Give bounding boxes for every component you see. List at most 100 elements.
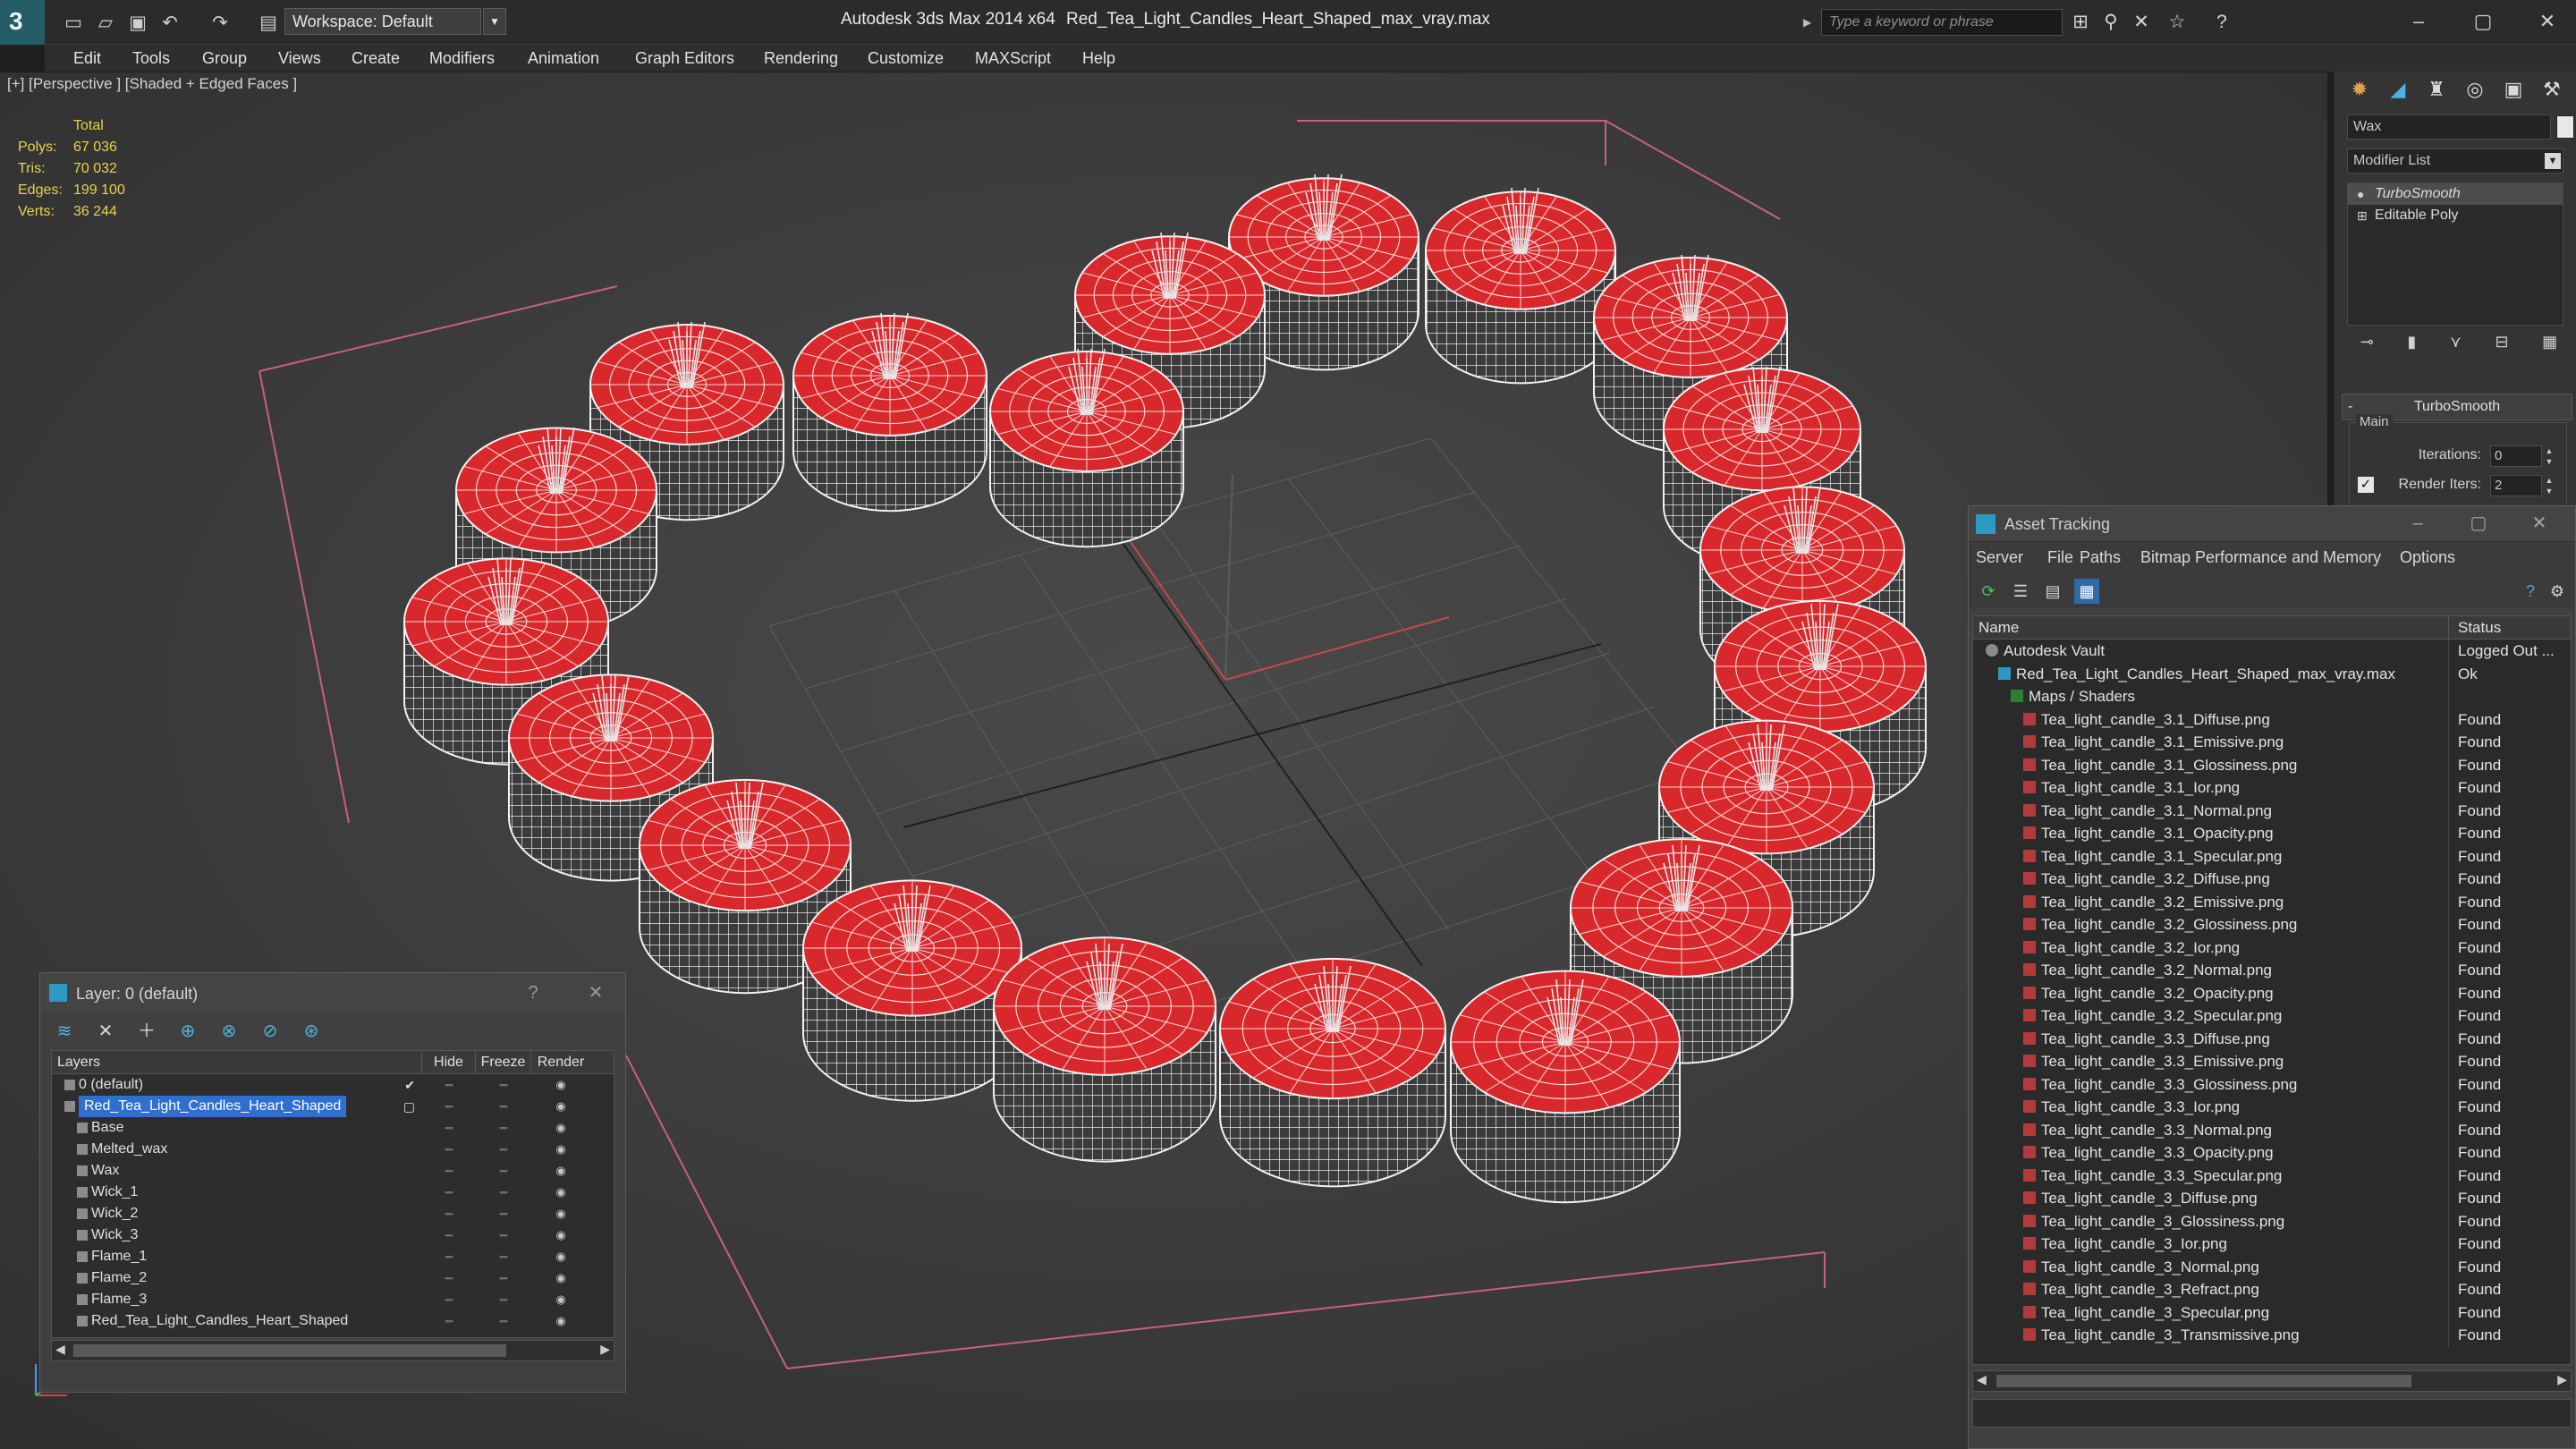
viewport-label[interactable]: [+] [Perspective ] [Shaded + Edged Faces… [7, 75, 297, 93]
scrollbar-thumb[interactable] [73, 1344, 506, 1357]
render-teapot-icon[interactable]: ◉ [531, 1096, 590, 1117]
asset-row[interactable]: Tea_light_candle_3.3_Glossiness.png Found [1973, 1072, 2571, 1096]
search-input[interactable]: Type a keyword or phrase [1821, 9, 2063, 36]
render-teapot-icon[interactable]: ◉ [531, 1224, 590, 1246]
asset-row[interactable]: Tea_light_candle_3.3_Emissive.png Found [1973, 1050, 2571, 1073]
app-logo[interactable]: 3 [0, 0, 45, 45]
hide-toggle[interactable]: ━ [422, 1267, 476, 1289]
layer-row[interactable]: Red_Tea_Light_Candles_Heart_Shaped ▢ ━ ━ ◉ [52, 1096, 614, 1117]
asset-row[interactable]: Tea_light_candle_3.1_Normal.png Found [1973, 799, 2571, 822]
asset-row[interactable]: Tea_light_candle_3.2_Normal.png Found [1973, 959, 2571, 982]
menu-tools[interactable]: Tools [132, 45, 170, 72]
asset-row[interactable]: Tea_light_candle_3.2_Glossiness.png Found [1973, 913, 2571, 936]
freeze-toggle[interactable]: ━ [476, 1182, 531, 1203]
render-iters-spinner[interactable]: 2 ▲ ▼ [2490, 475, 2553, 496]
menu-create[interactable]: Create [352, 45, 400, 72]
menu-graph-editors[interactable]: Graph Editors [635, 45, 734, 72]
workspace-dropdown[interactable]: Workspace: Default ▼ [284, 8, 506, 35]
motion-tab-icon[interactable]: ◎ [2457, 73, 2493, 106]
hide-toggle[interactable]: ━ [422, 1074, 476, 1096]
asset-row[interactable]: Tea_light_candle_3.3_Ior.png Found [1973, 1096, 2571, 1119]
asset-tracking-titlebar[interactable]: Asset Tracking – ▢ ✕ [1969, 506, 2575, 542]
candle[interactable] [1450, 970, 1681, 1204]
asset-row[interactable]: Tea_light_candle_3_Specular.png Found [1973, 1301, 2571, 1324]
close-icon[interactable]: ✕ [582, 980, 609, 1005]
column-status[interactable]: Status [2449, 616, 2501, 639]
layer-row[interactable]: Wick_3 ━ ━ ◉ [52, 1224, 614, 1246]
layer-row[interactable]: 0 (default) ✔ ━ ━ ◉ [52, 1074, 614, 1096]
active-layer-checkmark-icon[interactable]: ▢ [403, 1096, 415, 1117]
candle[interactable] [993, 936, 1216, 1163]
refresh-icon[interactable]: ⟳ [1976, 579, 2001, 604]
star-icon[interactable]: ☆ [2165, 10, 2190, 35]
asset-row[interactable]: Tea_light_candle_3_Refract.png Found [1973, 1278, 2571, 1301]
help-icon[interactable]: ? [2209, 10, 2234, 35]
menu-file[interactable]: File [2047, 542, 2073, 572]
key-icon[interactable]: ⚲ [2098, 10, 2123, 35]
layer-row[interactable]: Flame_1 ━ ━ ◉ [52, 1246, 614, 1267]
render-iters-checkbox[interactable]: ✓ [2358, 477, 2374, 493]
freeze-toggle[interactable]: ━ [476, 1289, 531, 1310]
asset-row[interactable]: Autodesk Vault Logged Out ... [1973, 640, 2571, 663]
object-color-swatch[interactable] [2556, 115, 2574, 139]
layer-row[interactable]: Wick_2 ━ ━ ◉ [52, 1203, 614, 1224]
active-layer-checkmark-icon[interactable]: ✔ [404, 1074, 415, 1096]
asset-row[interactable]: Tea_light_candle_3.1_Ior.png Found [1973, 776, 2571, 800]
freeze-toggle[interactable]: ━ [476, 1096, 531, 1117]
modify-tab-icon[interactable]: ◢ [2380, 73, 2416, 106]
scroll-right-icon[interactable]: ▶ [600, 1342, 610, 1357]
minimize-icon[interactable]: – [2401, 5, 2436, 38]
column-render[interactable]: Render [531, 1051, 590, 1073]
hide-unhide-all-icon[interactable]: ⊛ [298, 1018, 325, 1045]
asset-row[interactable]: Tea_light_candle_3.3_Normal.png Found [1973, 1118, 2571, 1141]
maximize-icon[interactable]: ▢ [2465, 5, 2501, 38]
asset-row[interactable]: Tea_light_candle_3.1_Diffuse.png Found [1973, 708, 2571, 731]
freeze-toggle[interactable]: ━ [476, 1074, 531, 1096]
create-tab-icon[interactable]: ✹ [2342, 73, 2377, 106]
hierarchy-tab-icon[interactable]: ♜ [2419, 73, 2454, 106]
pin-stack-icon[interactable]: ⊸ [2360, 333, 2374, 360]
menu-server[interactable]: Server [1976, 542, 2023, 572]
search-expand-icon[interactable]: ▶ [1803, 9, 1819, 36]
asset-row[interactable]: Tea_light_candle_3_Diffuse.png Found [1973, 1187, 2571, 1210]
menu-customize[interactable]: Customize [868, 45, 944, 72]
maximize-icon[interactable]: ▢ [2462, 510, 2495, 537]
hide-toggle[interactable]: ━ [422, 1096, 476, 1117]
hide-toggle[interactable]: ━ [422, 1117, 476, 1139]
hide-toggle[interactable]: ━ [422, 1246, 476, 1267]
modifier-list-dropdown[interactable]: Modifier List ▼ [2347, 148, 2563, 174]
layer-row[interactable]: Wax ━ ━ ◉ [52, 1160, 614, 1182]
freeze-toggle[interactable]: ━ [476, 1267, 531, 1289]
render-teapot-icon[interactable]: ◉ [531, 1267, 590, 1289]
freeze-toggle[interactable]: ━ [476, 1224, 531, 1246]
close-icon[interactable]: ✕ [2529, 5, 2565, 38]
table-view-icon[interactable]: ▦ [2074, 579, 2099, 604]
menu-options[interactable]: Options [2400, 542, 2455, 572]
candle[interactable] [792, 312, 987, 513]
scroll-right-icon[interactable]: ▶ [2557, 1372, 2567, 1387]
detail-view-icon[interactable]: ▤ [2040, 579, 2065, 604]
column-freeze[interactable]: Freeze [476, 1051, 531, 1073]
candle[interactable] [1425, 187, 1616, 385]
asset-row[interactable]: Tea_light_candle_3.1_Specular.png Found [1973, 844, 2571, 868]
freeze-toggle[interactable]: ━ [476, 1160, 531, 1182]
utilities-tab-icon[interactable]: ⚒ [2534, 73, 2570, 106]
minimize-icon[interactable]: – [2402, 510, 2434, 537]
asset-row[interactable]: Tea_light_candle_3.3_Opacity.png Found [1973, 1141, 2571, 1165]
highlight-layer-icon[interactable]: ⊘ [257, 1018, 284, 1045]
asset-row[interactable]: Maps / Shaders [1973, 685, 2571, 708]
make-unique-icon[interactable]: ⋎ [2450, 333, 2462, 360]
menu-rendering[interactable]: Rendering [764, 45, 838, 72]
render-teapot-icon[interactable]: ◉ [531, 1139, 590, 1160]
layer-row[interactable]: Red_Tea_Light_Candles_Heart_Shaped ━ ━ ◉ [52, 1310, 614, 1332]
menu-animation[interactable]: Animation [528, 45, 599, 72]
render-teapot-icon[interactable]: ◉ [531, 1117, 590, 1139]
object-name-field[interactable]: Wax [2347, 114, 2551, 140]
create-layer-icon[interactable]: ＋ [133, 1018, 160, 1045]
display-tab-icon[interactable]: ▣ [2496, 73, 2531, 106]
column-layers[interactable]: Layers [52, 1051, 422, 1073]
freeze-toggle[interactable]: ━ [476, 1203, 531, 1224]
scroll-left-icon[interactable]: ◀ [55, 1342, 65, 1357]
hide-toggle[interactable]: ━ [422, 1203, 476, 1224]
hide-toggle[interactable]: ━ [422, 1139, 476, 1160]
